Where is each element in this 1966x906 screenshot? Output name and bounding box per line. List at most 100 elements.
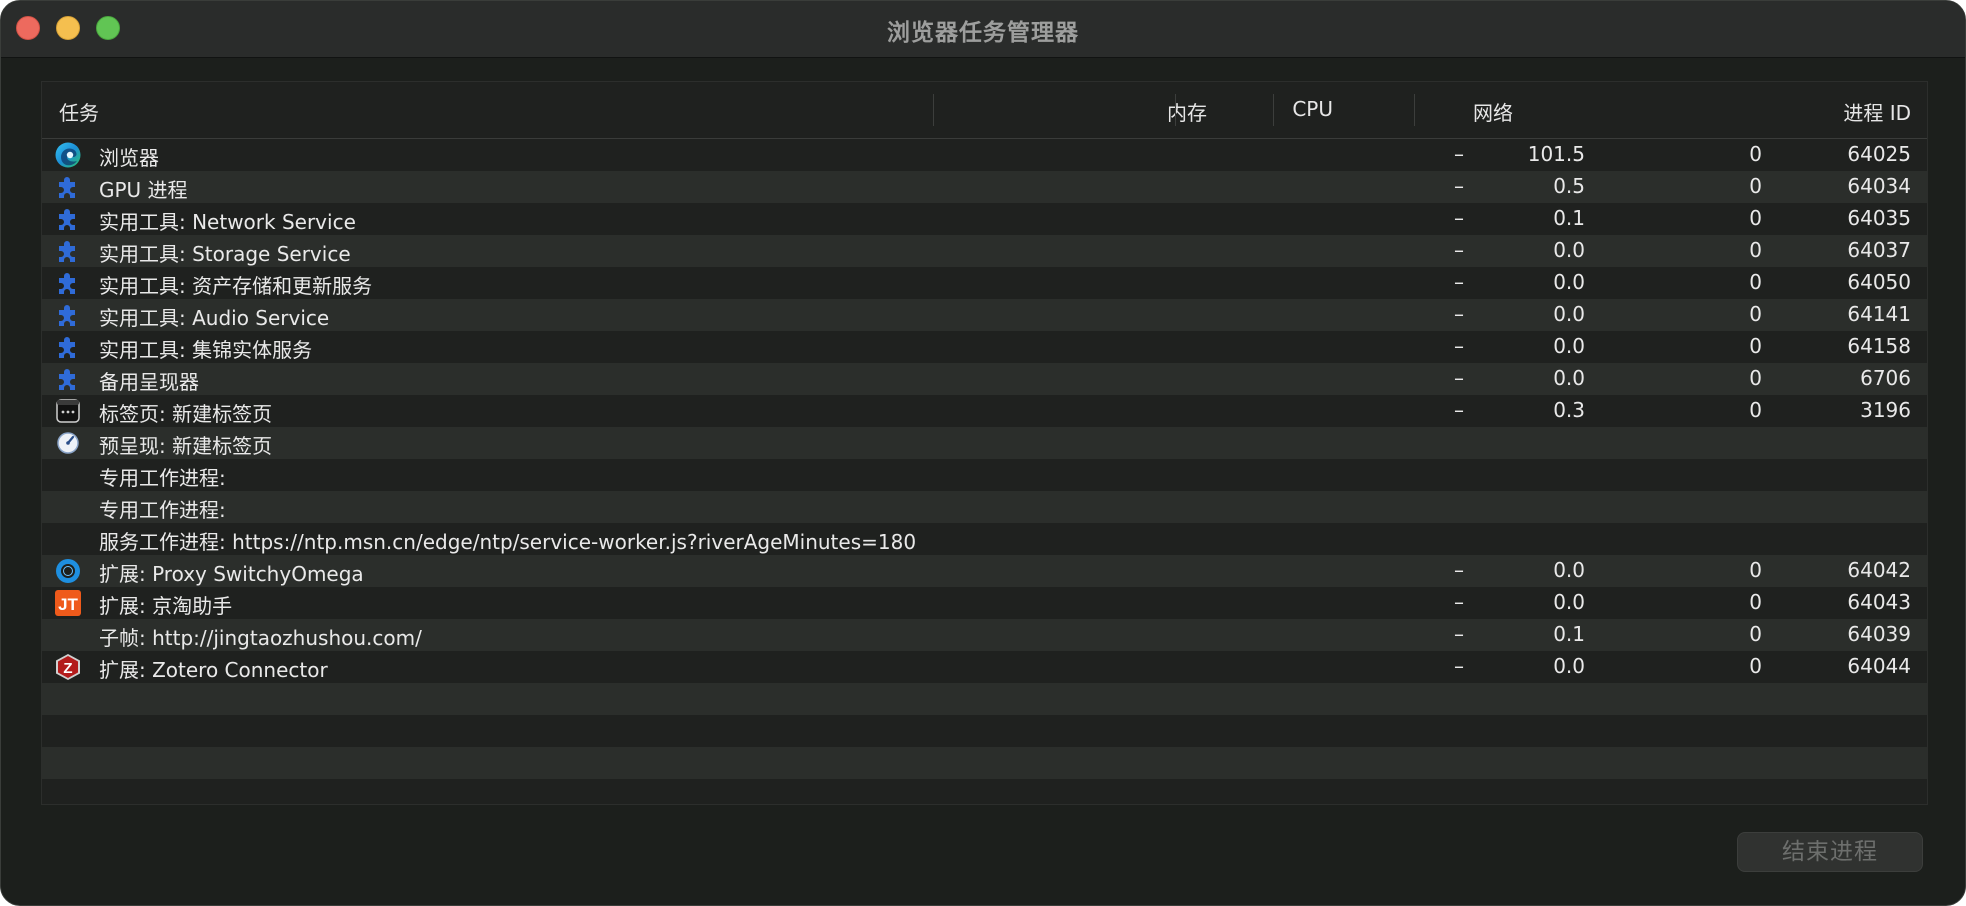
cpu-value: 0.0 [1553,270,1585,294]
memory-value: – [1454,238,1464,262]
edge-browser-icon [54,141,82,169]
column-header-pid[interactable]: 进程 ID [1843,97,1911,126]
task-manager-window: 浏览器任务管理器 任务 内存 CPU 网络 进程 ID 浏览器 – 101.5 0 64… [0,0,1966,906]
table-row[interactable]: 专用工作进程: [42,491,1927,523]
memory-value: – [1454,654,1464,678]
cpu-value: 0.1 [1553,622,1585,646]
task-name: 扩展: 京淘助手 [99,594,233,618]
svg-text:JT: JT [58,595,78,614]
task-name: 标签页: 新建标签页 [99,402,273,426]
table-row[interactable]: 专用工作进程: [42,459,1927,491]
end-process-button[interactable]: 结束进程 [1737,832,1923,872]
table-row[interactable]: 实用工具: Storage Service – 0.0 0 64037 [42,235,1927,267]
cpu-value: 0.0 [1553,590,1585,614]
memory-value: – [1454,206,1464,230]
pid-value: 64050 [1847,270,1911,294]
task-name: 实用工具: 资产存储和更新服务 [99,274,373,298]
title-bar: 浏览器任务管理器 [1,1,1965,58]
table-row[interactable]: 浏览器 – 101.5 0 64025 [42,139,1927,171]
task-name: 专用工作进程: [99,498,226,522]
cpu-value: 0.0 [1553,366,1585,390]
column-divider[interactable] [933,94,934,126]
pid-value: 64141 [1847,302,1911,326]
svg-text:Z: Z [63,660,72,677]
puzzle-piece-icon [54,333,82,361]
puzzle-piece-icon [54,365,82,393]
cpu-value: 0.5 [1553,174,1585,198]
table-row[interactable]: JT 扩展: 京淘助手 – 0.0 0 64043 [42,587,1927,619]
table-header: 任务 内存 CPU 网络 进程 ID [42,82,1927,139]
network-value: 0 [1749,622,1762,646]
table-row[interactable]: 实用工具: Network Service – 0.1 0 64035 [42,203,1927,235]
column-divider[interactable] [1414,94,1415,126]
task-name: GPU 进程 [99,178,188,202]
task-name: 实用工具: Network Service [99,210,356,234]
network-value: 0 [1749,558,1762,582]
puzzle-piece-icon [54,301,82,329]
column-divider[interactable] [1273,94,1274,126]
cpu-value: 101.5 [1527,142,1585,166]
column-header-memory[interactable]: 内存 [1167,97,1207,126]
task-name: 扩展: Zotero Connector [99,658,328,682]
puzzle-piece-icon [54,173,82,201]
pid-value: 64044 [1847,654,1911,678]
network-value: 0 [1749,174,1762,198]
task-name: 备用呈现器 [99,370,199,394]
memory-value: – [1454,622,1464,646]
table-row[interactable]: 实用工具: 集锦实体服务 – 0.0 0 64158 [42,331,1927,363]
table-row[interactable]: 服务工作进程: https://ntp.msn.cn/edge/ntp/serv… [42,523,1927,555]
table-row[interactable]: Z 扩展: Zotero Connector – 0.0 0 64044 [42,651,1927,683]
puzzle-piece-icon [54,237,82,265]
pid-value: 64034 [1847,174,1911,198]
memory-value: – [1454,334,1464,358]
table-row[interactable]: 标签页: 新建标签页 – 0.3 0 3196 [42,395,1927,427]
task-name: 扩展: Proxy SwitchyOmega [99,562,364,586]
empty-row [42,715,1927,747]
network-value: 0 [1749,654,1762,678]
task-name: 浏览器 [99,146,159,170]
network-value: 0 [1749,334,1762,358]
new-tab-icon [54,397,82,425]
memory-value: – [1454,302,1464,326]
cpu-value: 0.0 [1553,238,1585,262]
cpu-value: 0.0 [1553,558,1585,582]
puzzle-piece-icon [54,269,82,297]
memory-value: – [1454,590,1464,614]
empty-row [42,747,1927,779]
pid-value: 64042 [1847,558,1911,582]
network-value: 0 [1749,590,1762,614]
task-rows: 浏览器 – 101.5 0 64025 GPU 进程 – 0.5 0 64034 实用工具: Net… [42,139,1927,804]
window-title: 浏览器任务管理器 [887,20,1079,46]
cpu-value: 0.1 [1553,206,1585,230]
table-row[interactable]: GPU 进程 – 0.5 0 64034 [42,171,1927,203]
task-table: 任务 内存 CPU 网络 进程 ID 浏览器 – 101.5 0 64025 GPU 进程… [41,81,1928,805]
task-name: 实用工具: Storage Service [99,242,351,266]
column-divider[interactable] [1175,94,1176,126]
pid-value: 64043 [1847,590,1911,614]
table-row[interactable]: 预呈现: 新建标签页 [42,427,1927,459]
network-value: 0 [1749,238,1762,262]
network-value: 0 [1749,398,1762,422]
column-header-task[interactable]: 任务 [59,97,99,126]
table-row[interactable]: 子帧: http://jingtaozhushou.com/ – 0.1 0 64039 [42,619,1927,651]
network-value: 0 [1749,302,1762,326]
task-name: 实用工具: Audio Service [99,306,330,330]
table-row[interactable]: 实用工具: Audio Service – 0.0 0 64141 [42,299,1927,331]
cpu-value: 0.0 [1553,302,1585,326]
network-value: 0 [1749,270,1762,294]
pid-value: 6706 [1860,366,1911,390]
memory-value: – [1454,366,1464,390]
pid-value: 64025 [1847,142,1911,166]
pid-value: 64035 [1847,206,1911,230]
pid-value: 64039 [1847,622,1911,646]
column-header-network[interactable]: 网络 [1473,97,1513,126]
table-row[interactable]: 扩展: Proxy SwitchyOmega – 0.0 0 64042 [42,555,1927,587]
proxy-switchyomega-icon [54,557,82,585]
task-name: 预呈现: 新建标签页 [99,434,273,458]
network-value: 0 [1749,142,1762,166]
memory-value: – [1454,398,1464,422]
table-row[interactable]: 备用呈现器 – 0.0 0 6706 [42,363,1927,395]
zotero-z-icon: Z [54,653,82,681]
table-row[interactable]: 实用工具: 资产存储和更新服务 – 0.0 0 64050 [42,267,1927,299]
column-header-cpu[interactable]: CPU [1292,97,1333,121]
